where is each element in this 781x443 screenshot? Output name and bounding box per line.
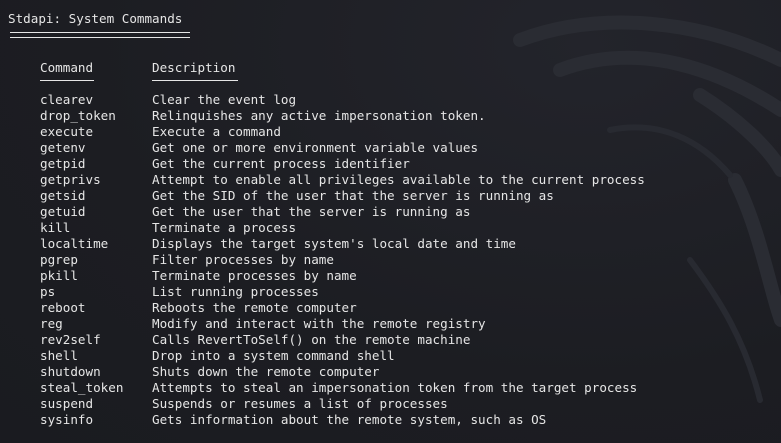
command-description: Relinquishes any active impersonation to… [152,108,486,123]
command-description: Terminate processes by name [152,268,357,283]
command-name: getpid [40,156,86,171]
command-name: kill [40,220,71,235]
command-description: Get one or more environment variable val… [152,140,479,155]
kali-dragon-icon [513,15,781,403]
command-name: reboot [40,300,86,315]
command-name: rev2self [40,332,101,347]
command-description: List running processes [152,284,319,299]
command-description: Filter processes by name [152,252,334,267]
command-name: localtime [40,236,109,251]
command-name: getuid [40,204,86,219]
command-name: shell [40,348,78,363]
command-name: pkill [40,268,78,283]
command-description: Gets information about the remote system… [152,412,547,427]
command-name: getsid [40,188,86,203]
section-title-underline [10,32,190,38]
command-name: getenv [40,140,86,155]
column-underline-command [40,80,94,81]
command-description: Execute a command [152,124,281,139]
command-name: pgrep [40,252,78,267]
command-name: suspend [40,396,94,411]
command-name: getprivs [40,172,101,187]
column-header-command: Command [40,60,94,75]
command-description: Get the current process identifier [152,156,410,171]
command-name: drop_token [40,108,116,123]
section-title: Stdapi: System Commands [8,11,183,26]
terminal-window[interactable]: Stdapi: System Commands Command Descript… [0,0,781,443]
column-header-description: Description [152,60,236,75]
command-name: ps [40,284,56,299]
command-description: Drop into a system command shell [152,348,395,363]
command-name: clearev [40,92,94,107]
command-description: Modify and interact with the remote regi… [152,316,486,331]
command-description: Displays the target system's local date … [152,236,516,251]
command-name: sysinfo [40,412,94,427]
command-name: shutdown [40,364,101,379]
command-name: reg [40,316,63,331]
command-description: Attempt to enable all privileges availab… [152,172,645,187]
command-description: Attempts to steal an impersonation token… [152,380,638,395]
command-description: Get the user that the server is running … [152,204,471,219]
command-description: Calls RevertToSelf() on the remote machi… [152,332,471,347]
command-description: Terminate a process [152,220,297,235]
command-name: steal_token [40,380,124,395]
command-name: execute [40,124,94,139]
command-description: Clear the event log [152,92,297,107]
command-description: Reboots the remote computer [152,300,357,315]
command-description: Suspends or resumes a list of processes [152,396,448,411]
column-underline-description [152,80,238,81]
command-description: Shuts down the remote computer [152,364,380,379]
command-description: Get the SID of the user that the server … [152,188,554,203]
